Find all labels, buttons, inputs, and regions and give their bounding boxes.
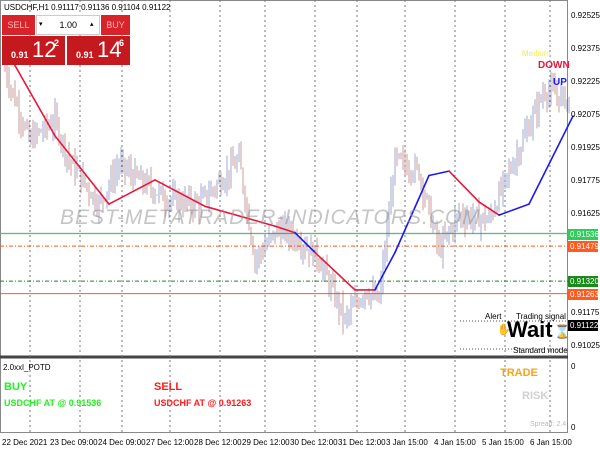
moving-average-segment — [498, 203, 530, 216]
buy-button[interactable]: BUY — [101, 15, 130, 35]
mode-label: Standard mode — [513, 346, 568, 355]
lot-increase-icon[interactable]: ▴ — [90, 20, 94, 28]
time-axis-label: 6 Jan 15:00 — [530, 438, 572, 447]
signal-up: UP — [553, 77, 567, 88]
time-axis-label: 22 Dec 2021 — [2, 438, 48, 447]
alert-label: Alert — [485, 312, 502, 321]
spread-label: Spread: 2.4 — [530, 421, 567, 428]
trade-label: TRADE — [500, 367, 538, 379]
price-axis-label: 0.91025 — [571, 341, 600, 350]
moving-average-segment — [154, 179, 206, 208]
lot-decrease-icon[interactable]: ▾ — [39, 20, 43, 28]
price-level-label: 0.91320 — [568, 276, 599, 288]
price-axis-label: 0.91925 — [571, 143, 600, 152]
price-axis-label: 0.91175 — [571, 308, 600, 317]
wait-signal: Wait — [507, 317, 553, 342]
price-level-label: 0.91479 — [568, 241, 599, 253]
moving-average-segment — [428, 170, 450, 177]
price-axis-label: 0.92075 — [571, 110, 600, 119]
time-axis-label: 24 Dec 09:00 — [98, 438, 146, 447]
price-axis-label: 0.91775 — [571, 176, 600, 185]
price-axis-label: 0.91625 — [571, 209, 600, 218]
price-axis-label: 0.92525 — [571, 11, 600, 20]
buy-signal: BUY — [4, 381, 28, 393]
buy-signal-text: USDCHF AT @ 0.91536 — [4, 398, 102, 408]
sell-signal: SELL — [154, 381, 183, 393]
moving-average-segment — [54, 135, 110, 205]
time-axis-label: 4 Jan 15:00 — [434, 438, 476, 447]
symbol-info: USDCHF,H1 0.91117 0.91136 0.91104 0.9112… — [4, 3, 171, 12]
one-click-trading-panel: SELL 1.00 ▾ ▴ BUY 0.91 12 2 0.91 14 6 — [2, 15, 130, 65]
price-axis-label: 0.92225 — [571, 77, 600, 86]
sell-button[interactable]: SELL — [2, 15, 35, 35]
time-axis-label: 29 Dec 12:00 — [242, 438, 290, 447]
time-axis-label: 31 Dec 12:00 — [338, 438, 386, 447]
subwindow-axis-top: 0 — [571, 362, 576, 371]
time-axis-label: 5 Jan 15:00 — [482, 438, 524, 447]
signal-down: DOWN — [538, 60, 570, 71]
price-axis-label: 0.92375 — [571, 44, 600, 53]
price-level-label: 0.91263 — [568, 288, 599, 300]
watermark: BEST-METATRADER-INDICATORS.COM — [60, 206, 481, 229]
moving-average-segment — [448, 170, 480, 203]
time-axis-label: 27 Dec 12:00 — [146, 438, 194, 447]
subwindow-axis-bottom: 0 — [571, 423, 576, 432]
moving-average-segment — [108, 179, 156, 205]
signal-medium: Medium — [522, 49, 551, 58]
time-axis-label: 30 Dec 12:00 — [290, 438, 338, 447]
price-level-label: 0.91122 — [568, 319, 599, 331]
time-axis-label: 3 Jan 15:00 — [386, 438, 428, 447]
time-axis-label: 23 Dec 09:00 — [50, 438, 98, 447]
risk-label: RISK — [522, 390, 549, 402]
sell-price-button[interactable]: 0.91 12 2 — [2, 36, 65, 65]
time-axis-label: 28 Dec 12:00 — [194, 438, 242, 447]
price-level-label: 0.91536 — [568, 228, 599, 240]
moving-average-segment — [528, 115, 574, 205]
sell-signal-text: USDCHF AT @ 0.91263 — [154, 398, 252, 408]
subwindow-title: 2.0xxl_POTD — [3, 363, 51, 372]
buy-price-button[interactable]: 0.91 14 6 — [67, 36, 130, 65]
